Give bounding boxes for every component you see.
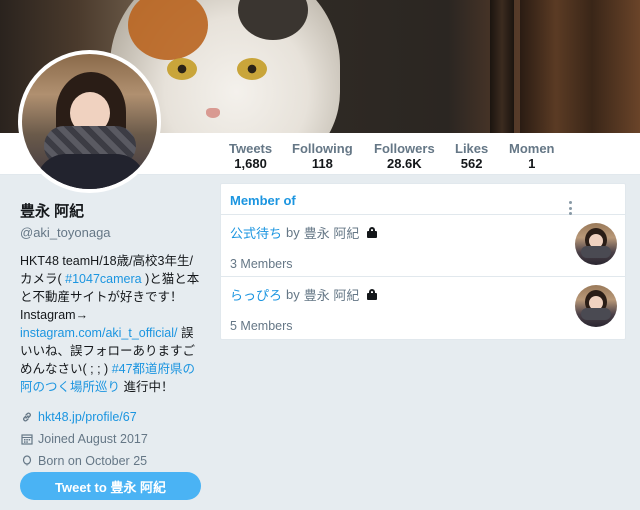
list-name[interactable]: 公式待ち	[230, 223, 282, 242]
lock-icon	[367, 289, 378, 300]
nav-followers-label: Followers	[374, 141, 435, 156]
list-owner[interactable]: 豊永 阿紀	[304, 223, 360, 242]
birthday: Born on October 25	[38, 454, 148, 468]
nav-likes-count: 562	[460, 156, 483, 171]
nav-tweets[interactable]: Tweets 1,680	[229, 141, 272, 171]
list-item[interactable]: らっぴろ by 豊永 阿紀 5 Members	[221, 277, 625, 339]
list-member-count: 3 Members	[230, 257, 293, 271]
profile-handle[interactable]: @aki_toyonaga	[20, 225, 205, 240]
nav-tweets-count: 1,680	[234, 156, 267, 171]
list-item[interactable]: 公式待ち by 豊永 阿紀 3 Members	[221, 215, 625, 277]
list-by: by	[286, 225, 300, 240]
bio-text-4: 進行中！	[120, 380, 174, 394]
profile-birthday: Born on October 25	[20, 450, 205, 472]
website-link[interactable]: hkt48.jp/profile/67	[38, 410, 137, 424]
list-member-count: 5 Members	[230, 319, 293, 333]
joined-date: Joined August 2017	[38, 432, 148, 446]
nav-following-label: Following	[292, 141, 353, 156]
nav-likes[interactable]: Likes 562	[455, 141, 488, 171]
nav-followers-count: 28.6K	[386, 156, 422, 171]
nav-following[interactable]: Following 118	[292, 141, 353, 171]
panel-header: Member of	[221, 184, 625, 215]
list-owner[interactable]: 豊永 阿紀	[304, 285, 360, 304]
lock-icon	[367, 227, 378, 238]
tweet-to-button[interactable]: Tweet to 豊永 阿紀	[20, 472, 201, 500]
bio-instagram-link[interactable]: instagram.com/aki_t_official/	[20, 326, 177, 340]
nav-followers[interactable]: Followers 28.6K	[374, 141, 435, 171]
list-owner-avatar[interactable]	[575, 285, 617, 327]
profile-joined: Joined August 2017	[20, 428, 205, 450]
list-name[interactable]: らっぴろ	[230, 285, 282, 304]
profile-website: hkt48.jp/profile/67	[20, 406, 205, 428]
profile-avatar[interactable]	[18, 50, 161, 193]
avatar-photo	[22, 54, 157, 189]
profile-bio: HKT48 teamH/18歳/高校3年生/カメラ( #1047camera )…	[20, 252, 205, 396]
list-by: by	[286, 287, 300, 302]
panel-title[interactable]: Member of	[230, 193, 296, 208]
balloon-icon	[20, 454, 34, 468]
nav-moments-label: Momen	[509, 141, 555, 156]
profile-name[interactable]: 豊永 阿紀	[20, 200, 205, 221]
list-owner-avatar[interactable]	[575, 223, 617, 265]
member-of-panel: Member of 公式待ち by 豊永 阿紀 3 Members らっぴろ b…	[220, 183, 626, 340]
profile-meta: hkt48.jp/profile/67 Joined August 2017 B…	[20, 406, 205, 472]
nav-likes-label: Likes	[455, 141, 489, 156]
more-vertical-icon[interactable]	[567, 201, 573, 215]
nav-following-count: 118	[311, 156, 333, 171]
profile-card: 豊永 阿紀 @aki_toyonaga HKT48 teamH/18歳/高校3年…	[20, 196, 205, 472]
bio-hashtag-camera[interactable]: #1047camera	[62, 272, 145, 286]
link-icon	[20, 410, 34, 424]
nav-tweets-label: Tweets	[229, 141, 273, 156]
nav-moments-count: 1	[528, 156, 536, 171]
nav-moments[interactable]: Momen 1	[509, 141, 555, 171]
calendar-icon	[20, 432, 34, 446]
